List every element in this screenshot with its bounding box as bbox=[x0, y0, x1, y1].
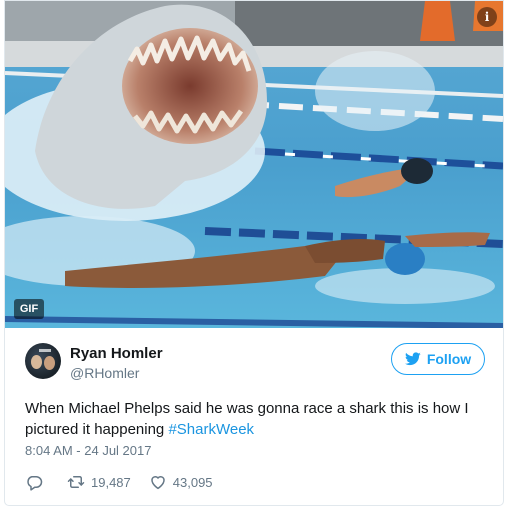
avatar[interactable] bbox=[25, 343, 61, 379]
follow-button-label: Follow bbox=[426, 351, 472, 367]
follow-button[interactable]: Follow bbox=[391, 343, 485, 375]
author-name[interactable]: Ryan Homler bbox=[70, 345, 163, 362]
like-count: 43,095 bbox=[172, 474, 213, 490]
author-row: Ryan Homler @RHomler Follow bbox=[25, 343, 485, 385]
tweet-text: When Michael Phelps said he was gonna ra… bbox=[25, 398, 487, 440]
reply-button[interactable] bbox=[25, 473, 49, 491]
reply-icon bbox=[27, 476, 43, 491]
timestamp[interactable]: 8:04 AM - 24 Jul 2017 bbox=[25, 443, 151, 458]
action-bar: 19,487 43,095 bbox=[25, 471, 231, 493]
author-handle[interactable]: @RHomler bbox=[70, 365, 139, 381]
gif-frame bbox=[5, 1, 503, 328]
retweet-count: 19,487 bbox=[91, 474, 131, 490]
gif-media[interactable]: GIF i bbox=[5, 1, 503, 328]
tweet-card: GIF i Ryan Homler @RHomler Follow When M… bbox=[4, 0, 504, 506]
retweet-icon bbox=[67, 476, 85, 488]
twitter-bird-icon bbox=[404, 352, 421, 366]
retweet-button[interactable]: 19,487 bbox=[67, 473, 131, 491]
info-icon[interactable]: i bbox=[477, 7, 497, 27]
heart-icon bbox=[151, 476, 165, 490]
gif-badge: GIF bbox=[14, 299, 44, 319]
hashtag-link[interactable]: #SharkWeek bbox=[168, 421, 254, 438]
like-button[interactable]: 43,095 bbox=[149, 473, 213, 491]
